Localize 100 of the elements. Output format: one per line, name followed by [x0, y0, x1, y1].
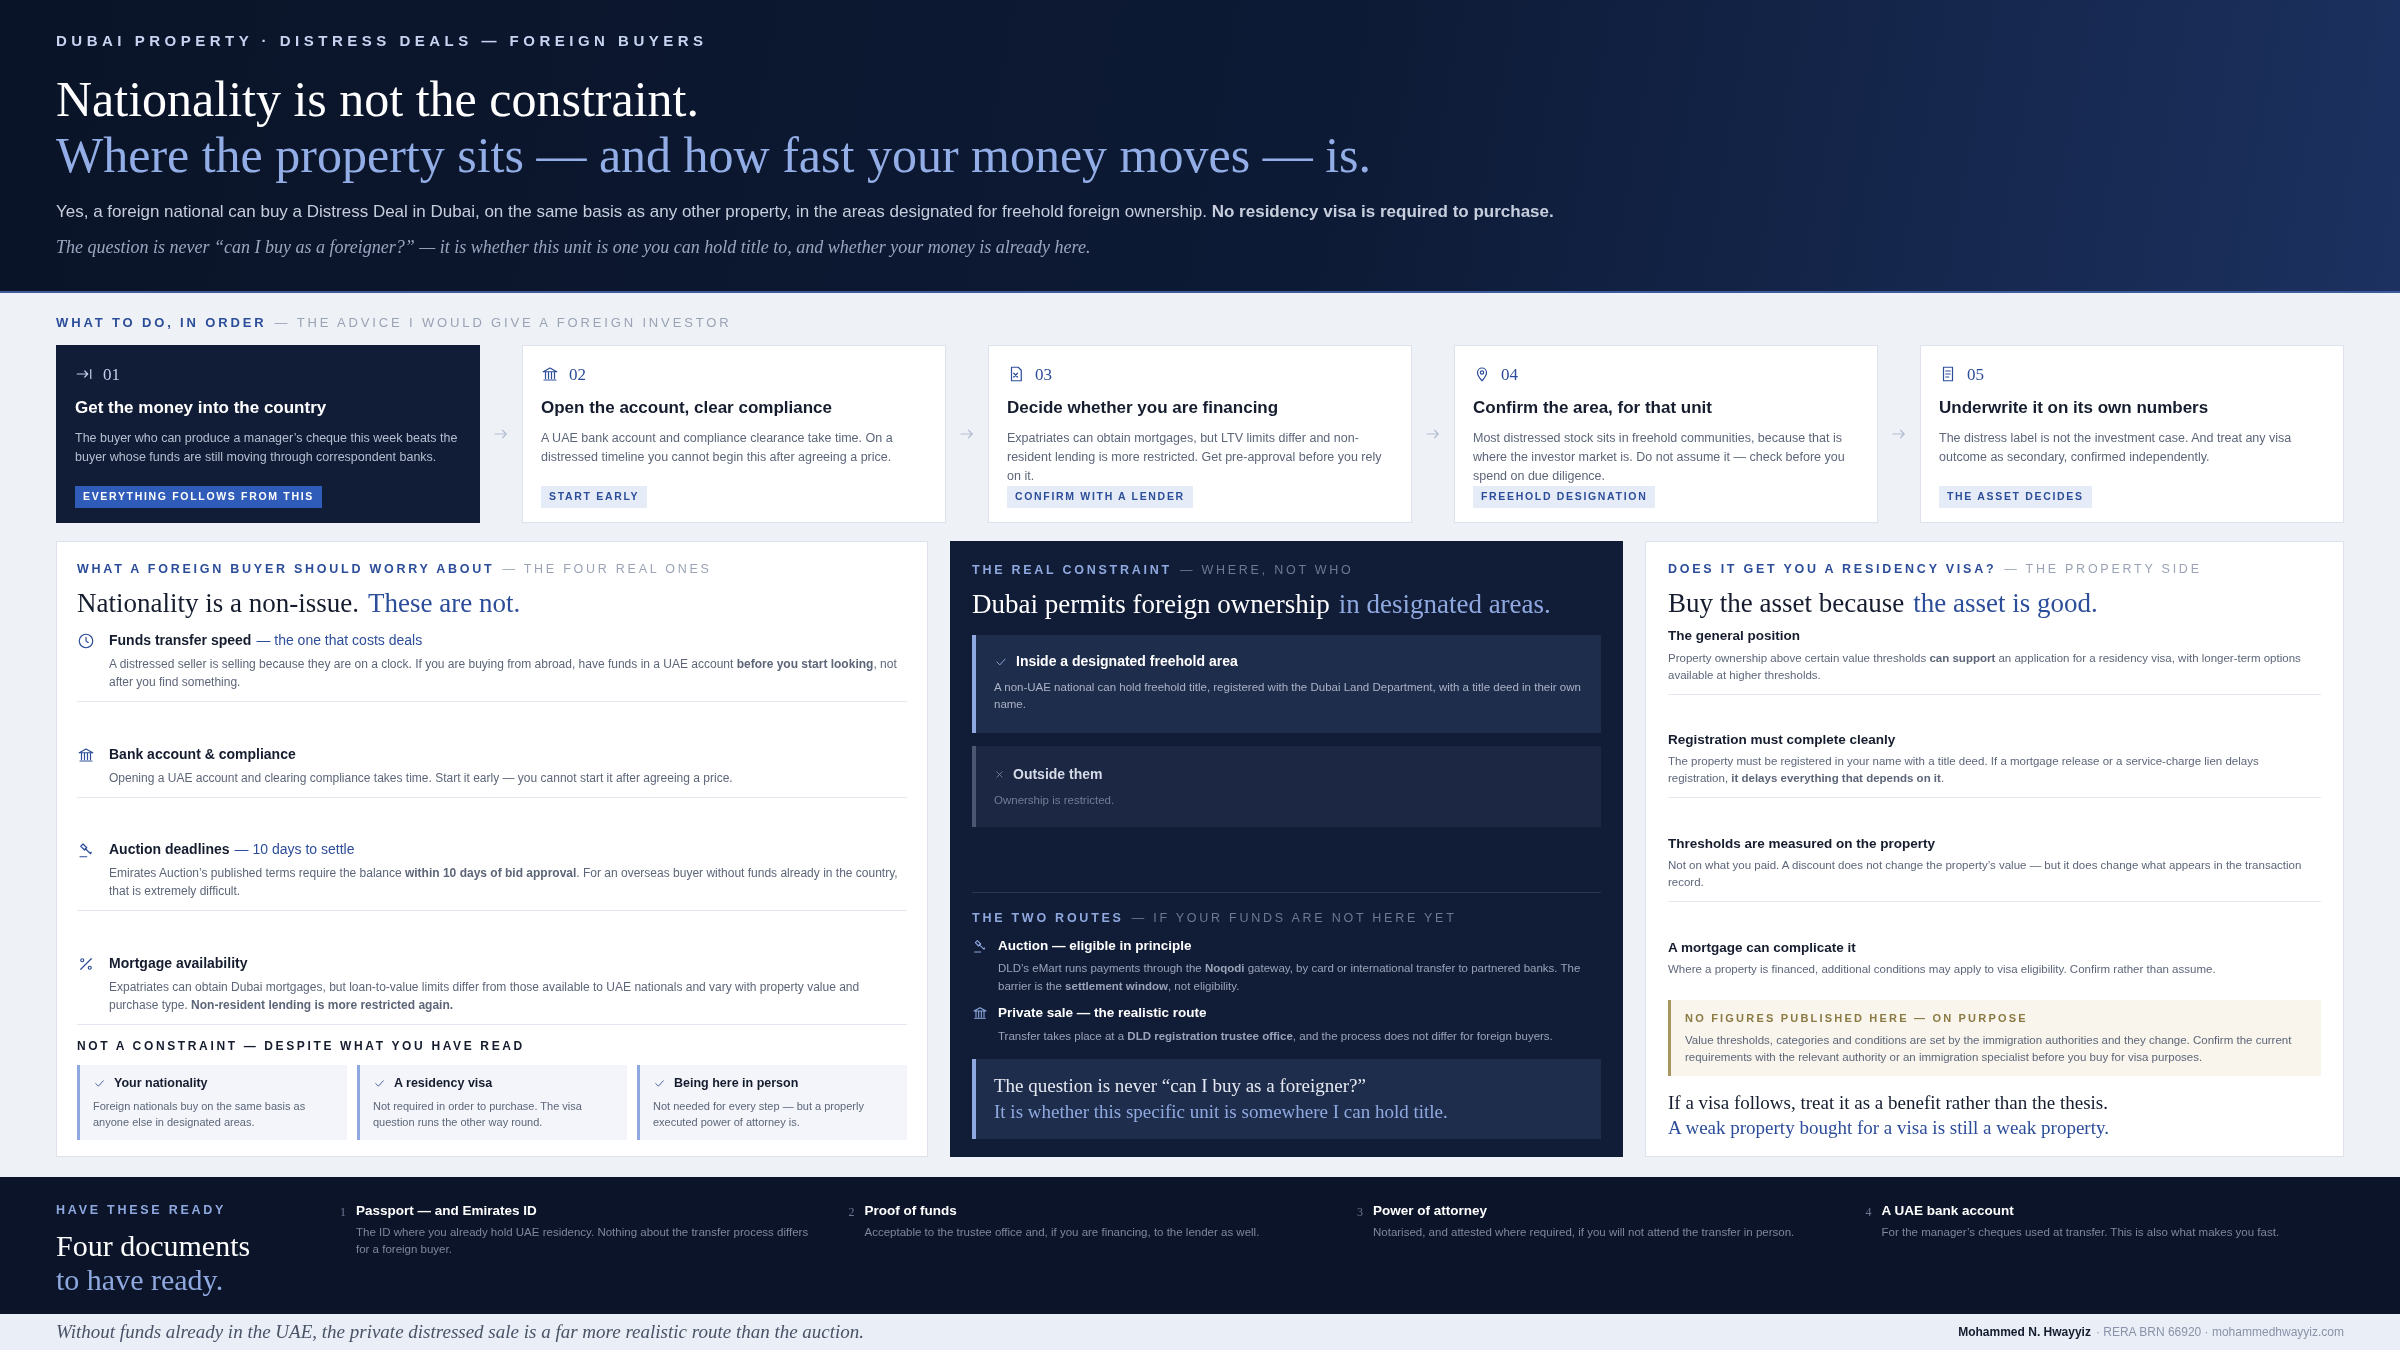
document-title: A UAE bank account — [1881, 1201, 2015, 1220]
quote-text-accent: It is whether this specific unit is somewhere I can hold title. — [994, 1099, 1449, 1124]
document-description: Acceptable to the trustee office and, if you are financing, to the lender as well. — [864, 1224, 1260, 1240]
step-description: Expatriates can obtain mortgages, but LTV limits differ and non-resident lending is more restricted. Get pre-approval before you rely on it. — [1007, 429, 1383, 485]
concern-title-accent: — 10 days to settle — [234, 840, 355, 860]
tile-title: Being here in person — [674, 1074, 799, 1092]
closing-text: If a visa follows, treat it as a benefit rather than the thesis. — [1668, 1090, 2109, 1115]
step-description: The distress label is not the investment case. And treat any visa outcome as secondary, confirmed independently. — [1939, 429, 2293, 466]
clock-icon — [77, 632, 95, 651]
subsection-label: NOT A CONSTRAINT — DESPITE WHAT YOU HAVE READ — [77, 1037, 526, 1055]
bank-icon — [972, 1005, 988, 1022]
panel-label: DOES IT GET YOU A RESIDENCY VISA? — [1668, 560, 1997, 578]
document-number: 2 — [848, 1203, 855, 1221]
option-description: Ownership is restricted. — [994, 793, 1116, 809]
step-tag: EVERYTHING FOLLOWS FROM THIS — [75, 485, 322, 508]
step-title: Open the account, clear compliance — [541, 397, 833, 419]
document-description: Notarised, and attested where required, if you will not attend the transfer in person. — [1373, 1224, 1795, 1240]
headline: Nationality is not the constraint. — [56, 70, 700, 127]
step-title: Underwrite it on its own numbers — [1939, 397, 2210, 419]
band-label: HAVE THESE READY — [56, 1201, 228, 1219]
step-number: 02 — [569, 363, 586, 386]
panel-sublabel: — THE PROPERTY SIDE — [2004, 560, 2202, 578]
panel-title-accent: in designated areas. — [1338, 588, 1551, 622]
route-description: Transfer takes place at a DLD registration trustee office, and the process does not differ for foreign buyers. — [998, 1028, 1553, 1044]
step-tag: THE ASSET DECIDES — [1939, 485, 2092, 508]
step-title: Get the money into the country — [75, 397, 328, 419]
concern-title: Auction deadlines — [109, 840, 230, 860]
document-number: 4 — [1865, 1203, 1872, 1221]
document-title: Proof of funds — [864, 1201, 958, 1220]
panel-title: Nationality is a non-issue. — [77, 587, 359, 621]
panel-title: Dubai permits foreign ownership — [972, 588, 1330, 622]
band-title-accent: to have ready. — [56, 1263, 225, 1298]
eyebrow-label: DUBAI PROPERTY · DISTRESS DEALS — FOREIGN BUYERS — [56, 31, 709, 51]
section-label: WHAT TO DO, IN ORDER — [56, 314, 267, 332]
band-title: Four documents — [56, 1229, 252, 1264]
document-number: 1 — [340, 1203, 346, 1221]
step-title: Decide whether you are financing — [1007, 397, 1280, 419]
step-tag: CONFIRM WITH A LENDER — [1007, 485, 1193, 508]
route-title: Private sale — the realistic route — [998, 1004, 1208, 1023]
document-number: 3 — [1357, 1203, 1363, 1221]
panel-title-accent: These are not. — [367, 587, 521, 621]
tile-title: Your nationality — [114, 1074, 208, 1092]
step-number: 05 — [1967, 363, 1984, 386]
item-description: Property ownership above certain value thresholds can support an application for a residency visa, with longer-term options available at higher thresholds. — [1668, 650, 2302, 683]
route-description: DLD’s eMart runs payments through the Noqodi gateway, by card or international transfer to partnered banks. The barrier is the settlement window, not eligibility. — [998, 961, 1582, 995]
tile-description: Not needed for every step — but a properly executed power of attorney is. — [653, 1098, 865, 1130]
concern-description: Opening a UAE account and clearing compliance takes time. Start it early — you cannot start it after agreeing a price. — [109, 769, 733, 787]
quote-text: The question is never “can I buy as a foreigner?” — [994, 1073, 1367, 1098]
step-description: The buyer who can produce a manager’s cheque this week beats the buyer whose funds are still moving through correspondent banks. — [75, 429, 459, 466]
lede-paragraph: Yes, a foreign national can buy a Distress Deal in Dubai, on the same basis as any other property, in the areas designated for freehold foreign ownership. No residency visa is required to purchase. — [56, 200, 1555, 223]
headline-accent: Where the property sits — and how fast your money moves — is. — [56, 126, 1372, 183]
route-title: Auction — eligible in principle — [998, 937, 1193, 955]
bank-icon — [541, 365, 559, 384]
concern-description: A distressed seller is selling because they are on a clock. If you are buying from abroad, have funds in a UAE account before you start looking, not after you find something. — [109, 656, 898, 692]
author-name: Mohammed N. Hwayyiz — [1958, 1323, 2091, 1341]
option-description: A non-UAE national can hold freehold title, registered with the Dubai Land Department, with a title deed in their own name. — [994, 680, 1582, 713]
tile-title: A residency visa — [394, 1074, 493, 1092]
item-description: Where a property is financed, additional conditions may apply to visa eligibility. Confirm rather than assume. — [1668, 962, 2217, 977]
option-title: Inside a designated freehold area — [1016, 652, 1238, 672]
step-number: 04 — [1501, 363, 1518, 386]
panel-title: Buy the asset because — [1668, 587, 1905, 621]
closing-text-accent: A weak property bought for a visa is still a weak property. — [1668, 1115, 2110, 1140]
step-tag: FREEHOLD DESIGNATION — [1473, 485, 1656, 508]
gavel-icon — [972, 938, 988, 954]
document-title: Power of attorney — [1373, 1201, 1489, 1220]
concern-title: Mortgage availability — [109, 953, 248, 973]
step-title: Confirm the area, for that unit — [1473, 397, 1713, 419]
concern-description: Emirates Auction’s published terms require the balance within 10 days of bid approval. For an overseas buyer without funds already in the country, that is extremely difficult. — [109, 865, 899, 901]
author-details: · RERA BRN 66920 · mohammedhwayyiz.com — [2095, 1323, 2344, 1341]
panel-sublabel: — THE FOUR REAL ONES — [502, 560, 712, 578]
panel-title-accent: the asset is good. — [1913, 587, 2098, 621]
gavel-icon — [77, 841, 95, 860]
step-description: A UAE bank account and compliance clearance take time. On a distressed timeline you cannot begin this after agreeing a price. — [541, 429, 894, 466]
notice-label: NO FIGURES PUBLISHED HERE — ON PURPOSE — [1685, 1011, 2029, 1026]
panel-label: WHAT A FOREIGN BUYER SHOULD WORRY ABOUT — [77, 560, 495, 578]
step-number: 01 — [103, 363, 120, 386]
option-title: Outside them — [1013, 765, 1103, 785]
item-title: Thresholds are measured on the property — [1668, 834, 1937, 853]
document-title: Passport — and Emirates ID — [356, 1201, 538, 1220]
section-sublabel: — THE ADVICE I WOULD GIVE A FOREIGN INVESTOR — [274, 314, 732, 332]
intro-note: The question is never “can I buy as a foreigner?” — it is whether this unit is one you can hold title to, and whether your money is already here. — [56, 236, 1092, 259]
item-description: The property must be registered in your name with a title deed. If a mortgage release or a service-charge lien delays registration, it delays everything that depends on it. — [1668, 754, 2260, 787]
subsection-label: THE TWO ROUTES — [972, 910, 1124, 928]
item-description: Not on what you paid. A discount does not change the property’s value — but it does change what appears in the transaction record. — [1668, 858, 2303, 891]
concern-description: Expatriates can obtain Dubai mortgages, but loan-to-value limits differ from those available to UAE nationals and vary with property value and purchase type. Non-resident lending is more restricted again. — [109, 978, 861, 1014]
footer-note: Without funds already in the UAE, the private distressed sale is a far more realistic route than the auction. — [56, 1319, 865, 1344]
concern-title-accent: — the one that costs deals — [256, 631, 423, 651]
concern-title: Funds transfer speed — [109, 631, 252, 651]
concern-title: Bank account & compliance — [109, 744, 296, 764]
subsection-sublabel: — IF YOUR FUNDS ARE NOT HERE YET — [1131, 910, 1457, 928]
item-title: The general position — [1668, 627, 1801, 646]
panel-sublabel: — WHERE, NOT WHO — [1179, 561, 1354, 579]
document-description: For the manager’s cheques used at transfer. This is also what makes you fast. — [1881, 1224, 2280, 1240]
item-title: A mortgage can complicate it — [1668, 938, 1857, 957]
step-tag: START EARLY — [541, 485, 648, 508]
step-description: Most distressed stock sits in freehold communities, because that is where the investor market is. Do not assume it — check before you spend on due diligence. — [1473, 429, 1846, 485]
notice-text: Value thresholds, categories and conditions are set by the immigration authorities and they change. Confirm the current requirements with the relevant authority or an immigration specialist before you buy for visa purposes. — [1685, 1032, 2293, 1065]
step-number: 03 — [1035, 363, 1052, 386]
cross-icon — [994, 769, 1005, 781]
panel-label: THE REAL CONSTRAINT — [972, 561, 1172, 579]
